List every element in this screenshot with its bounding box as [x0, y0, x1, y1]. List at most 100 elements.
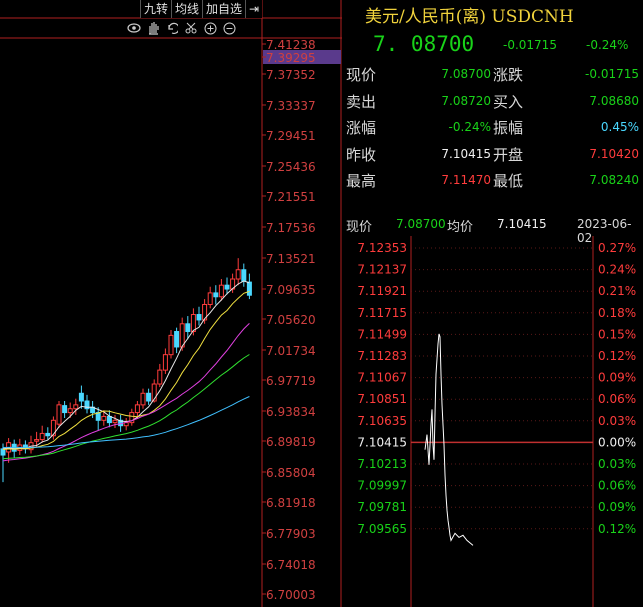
intraday-price-label: 7.11921	[357, 284, 407, 298]
candle-body	[235, 269, 241, 280]
chart-toolbar: 九转 均线 加自选 ⇥	[140, 0, 263, 18]
quote-value: 0.45%	[600, 120, 639, 134]
axis-label: 7.25436	[266, 160, 316, 174]
price-change: -0.01715	[503, 38, 557, 52]
candle-body	[73, 404, 79, 410]
quote-label: 最高	[346, 172, 377, 190]
axis-label: 6.77903	[266, 527, 316, 541]
candles	[0, 258, 252, 483]
collapse-panel-button[interactable]: ⇥	[245, 0, 263, 18]
intraday-pct-label: 0.18%	[598, 306, 636, 320]
candle-body	[112, 419, 118, 424]
candle-body	[134, 404, 140, 414]
candle-body	[50, 419, 56, 437]
instrument-title: 美元/人民币(离) USDCNH	[365, 7, 574, 27]
quote-label: 卖出	[346, 92, 377, 111]
candle-body	[213, 292, 219, 298]
axis-label: 7.41238	[266, 38, 316, 52]
intraday-price-label: 7.09565	[357, 522, 407, 536]
candle-body	[218, 284, 224, 298]
candle-body	[162, 354, 168, 371]
candle-body	[185, 323, 191, 333]
candle-body	[246, 281, 252, 296]
candle-body	[207, 292, 213, 305]
jiuzhuan-button[interactable]: 九转	[140, 0, 172, 18]
axis-label: 7.17536	[266, 221, 316, 235]
candle-body	[140, 392, 146, 406]
intraday-chart[interactable]: 7.12353 0.27% 7.12137 0.24% 7.11921 0.21% 7.11…	[343, 236, 643, 607]
candle-body	[174, 331, 180, 348]
quote-label: 振幅	[493, 119, 524, 137]
intraday-price-label: 7.11499	[357, 327, 407, 341]
undo-icon[interactable]	[164, 20, 180, 36]
axis-label: 7.13521	[266, 252, 316, 266]
axis-label: 7.05620	[266, 313, 316, 327]
quote-label: 涨幅	[346, 119, 377, 137]
axis-label: 7.01734	[266, 344, 316, 358]
intraday-price-label: 7.11715	[357, 306, 407, 320]
quote-row: 卖出 7.08720 买入 7.08680	[343, 91, 643, 117]
zoom-out-icon[interactable]	[221, 20, 237, 36]
kline-chart-panel[interactable]: 7.41238 7.39295 7.37352 7.33337 7.29451 7.254…	[0, 0, 342, 607]
quote-row: 昨收 7.10415 开盘 7.10420	[343, 144, 643, 170]
candle-body	[62, 405, 68, 414]
candle-body	[168, 334, 174, 356]
intraday-price-line	[424, 333, 474, 546]
intraday-pct-label: 0.09%	[598, 500, 636, 514]
quote-panel: 美元/人民币(离) USDCNH 7. 08700 -0.01715 -0.24…	[343, 0, 643, 607]
scissors-icon[interactable]	[183, 20, 199, 36]
intraday-price-label: 7.10851	[357, 392, 407, 406]
axis-label: 7.29451	[266, 129, 316, 143]
candle-body	[101, 415, 107, 421]
candle-body	[196, 314, 202, 321]
tick-price-value: 7.08700	[396, 217, 446, 231]
quote-value: 7.10415	[441, 146, 491, 161]
candle-body	[157, 369, 163, 385]
intraday-pct-label: 0.12%	[598, 349, 636, 363]
quote-value: 7.08720	[441, 93, 491, 108]
zoom-in-icon[interactable]	[202, 20, 218, 36]
intraday-price-label: 7.12137	[357, 263, 407, 277]
candle-body	[56, 404, 62, 425]
intraday-price-label: 7.11283	[357, 349, 407, 363]
intraday-price-label: 7.09997	[357, 479, 407, 493]
axis-label: 7.39295	[266, 51, 316, 65]
axis-label: 7.37352	[266, 68, 316, 82]
intraday-price-label: 7.10635	[357, 414, 407, 428]
hand-icon[interactable]	[145, 20, 161, 36]
tick-avg-value: 7.10415	[497, 217, 547, 231]
intraday-pct-label: 0.06%	[598, 392, 636, 406]
candle-body	[67, 408, 73, 414]
add-watchlist-button[interactable]: 加自选	[202, 0, 246, 18]
quote-label: 最低	[493, 172, 524, 190]
axis-label: 7.09635	[266, 283, 316, 297]
axis-label: 6.74018	[266, 558, 316, 572]
intraday-pct-label: 0.03%	[598, 414, 636, 428]
quote-label: 买入	[493, 92, 524, 111]
chart-tools	[126, 20, 237, 38]
candle-body	[45, 432, 51, 437]
candle-body	[190, 314, 196, 333]
current-price: 7. 08700	[373, 32, 475, 56]
intraday-pct-label: 0.21%	[598, 284, 636, 298]
candle-body	[78, 392, 84, 402]
quote-value: 7.08680	[589, 93, 639, 108]
axis-label: 6.85804	[266, 466, 316, 480]
eye-icon[interactable]	[126, 20, 142, 36]
quote-label: 现价	[346, 66, 377, 84]
quote-value: 7.08240	[589, 173, 639, 187]
candle-body	[106, 415, 112, 424]
intraday-price-label: 7.09781	[357, 500, 407, 514]
kline-chart[interactable]: 7.412387.39295 7.37352 7.33337 7.29451 7.254…	[0, 0, 342, 607]
intraday-price-label: 7.11067	[357, 371, 407, 385]
tick-price-label: 现价	[346, 220, 373, 235]
intraday-pct-label: 0.24%	[598, 263, 636, 277]
quote-row: 涨幅 -0.24% 振幅 0.45%	[343, 117, 643, 143]
candle-body	[146, 392, 152, 402]
axis-label: 6.97719	[266, 374, 316, 388]
quote-value: 7.11470	[441, 173, 491, 187]
quote-value: -0.01715	[585, 67, 639, 81]
moving-average-button[interactable]: 均线	[171, 0, 203, 18]
intraday-header: 现价 7.08700 均价 7.10415 2023-06-02	[343, 216, 643, 245]
intraday-pct-label: 0.12%	[598, 522, 636, 536]
